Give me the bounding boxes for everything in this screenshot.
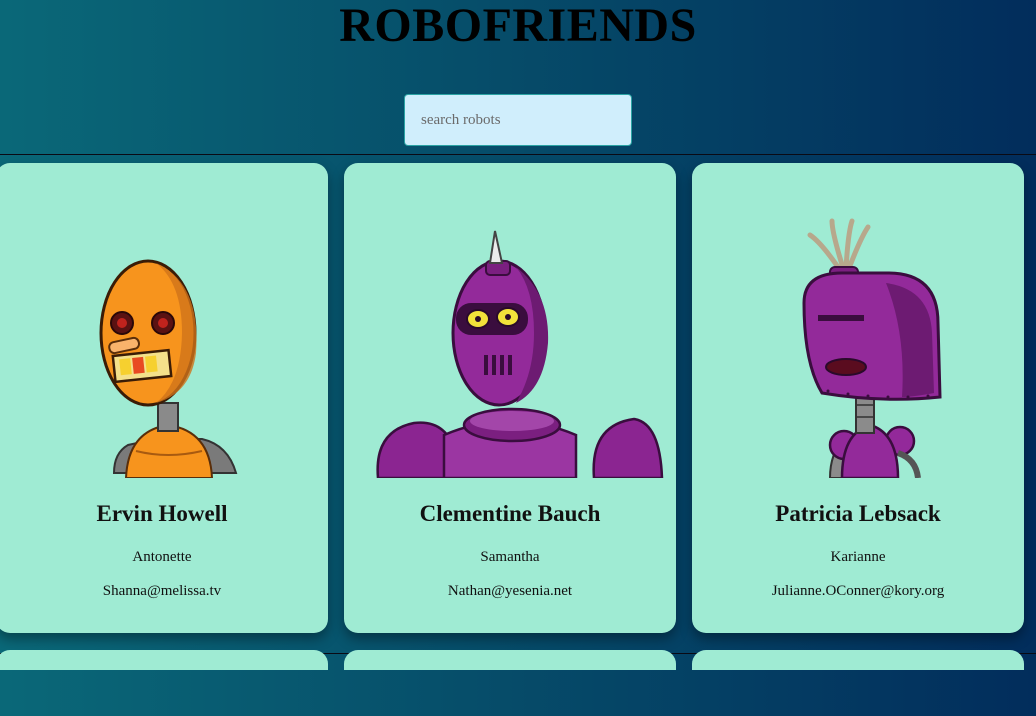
next-row-card-peek[interactable] [0, 650, 328, 670]
robot-username: Antonette [132, 549, 192, 565]
robot-name: Ervin Howell [96, 501, 228, 526]
robot-email: Shanna@melissa.tv [102, 583, 222, 599]
robot-name: Clementine Bauch [419, 501, 601, 526]
robot-username: Samantha [480, 549, 540, 565]
robot-name: Patricia Lebsack [775, 501, 941, 526]
robot-card[interactable]: Ervin Howell Antonette Shanna@melissa.tv [0, 163, 328, 633]
robot-avatar-orange [99, 259, 238, 478]
robot-email: Julianne.OConner@kory.org [771, 583, 945, 599]
search-input[interactable] [404, 94, 632, 146]
robot-avatar-purple-helmet [802, 218, 942, 478]
card-list[interactable]: Ervin Howell Antonette Shanna@melissa.tv [0, 155, 1036, 653]
robot-avatar-purple-horned [376, 230, 664, 478]
robot-card[interactable]: Clementine Bauch Samantha Nathan@yesenia… [344, 163, 676, 633]
robot-card[interactable]: Patricia Lebsack Karianne Julianne.OConn… [692, 163, 1024, 633]
next-row-card-peek[interactable] [344, 650, 676, 670]
page-title: ROBOFRIENDS [339, 0, 697, 52]
robot-username: Karianne [830, 549, 886, 565]
next-row-card-peek[interactable] [692, 650, 1024, 670]
robot-email: Nathan@yesenia.net [447, 583, 573, 599]
